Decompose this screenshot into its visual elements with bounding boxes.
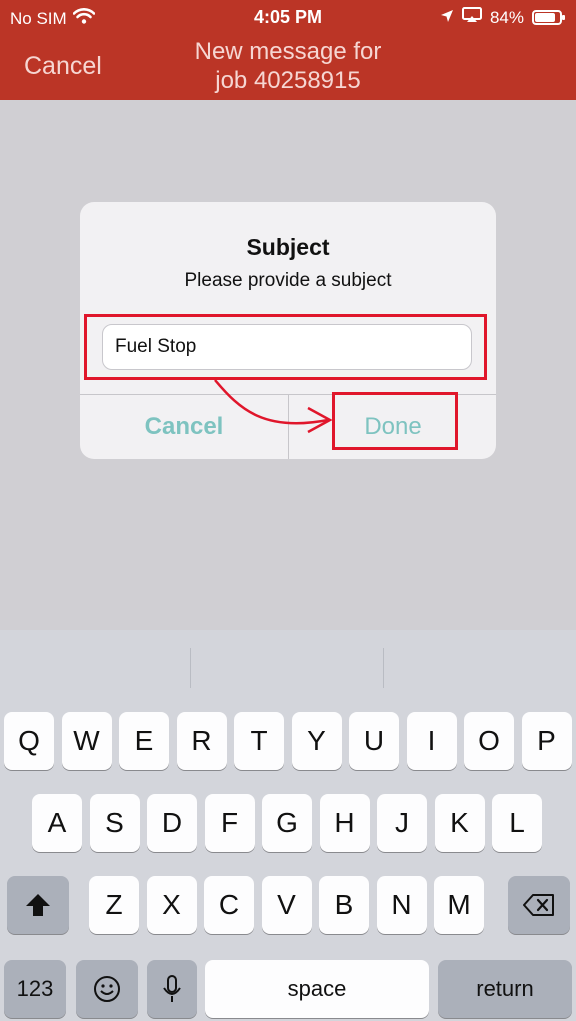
battery-icon: [532, 10, 565, 25]
page-title-line2: job 40258915: [215, 67, 361, 94]
dictation-key[interactable]: [147, 960, 197, 1018]
key-a[interactable]: A: [32, 794, 82, 852]
status-right: 84%: [440, 7, 565, 28]
key-p[interactable]: P: [521, 712, 572, 770]
input-highlight-box: [84, 314, 487, 380]
key-q[interactable]: Q: [4, 712, 54, 770]
page-title-line1: New message for: [194, 38, 382, 65]
key-b[interactable]: B: [319, 876, 369, 934]
key-u[interactable]: U: [349, 712, 399, 770]
return-key[interactable]: return: [438, 960, 572, 1018]
location-arrow-icon: [440, 8, 454, 28]
key-c[interactable]: C: [204, 876, 254, 934]
key-w[interactable]: W: [61, 712, 112, 770]
key-y[interactable]: Y: [291, 712, 342, 770]
key-g[interactable]: G: [262, 794, 312, 852]
key-h[interactable]: H: [319, 794, 370, 852]
key-s[interactable]: S: [89, 794, 140, 852]
keyboard: QWERTYUIOP ASDFGHJKL ZXCVBNM 123 space ret…: [0, 630, 576, 1021]
key-t[interactable]: T: [234, 712, 284, 770]
key-x[interactable]: X: [146, 876, 197, 934]
key-v[interactable]: V: [261, 876, 312, 934]
navigation-bar: Cancel New message for job 40258915: [0, 34, 576, 100]
emoji-icon: [94, 976, 120, 1002]
page-title: New message for job 40258915: [130, 37, 446, 95]
microphone-icon: [163, 975, 181, 1002]
key-j[interactable]: J: [377, 794, 427, 852]
dialog-title: Subject: [246, 234, 330, 260]
key-k[interactable]: K: [434, 794, 485, 852]
key-e[interactable]: E: [119, 712, 169, 770]
key-m[interactable]: M: [434, 876, 484, 934]
done-highlight-box: [332, 392, 458, 450]
nav-cancel-button[interactable]: Cancel: [24, 52, 102, 81]
airplay-icon: [461, 7, 482, 28]
numbers-key[interactable]: 123: [4, 960, 66, 1018]
emoji-key[interactable]: [76, 960, 138, 1018]
key-o[interactable]: O: [464, 712, 514, 770]
suggestion-divider: [190, 648, 191, 688]
key-i[interactable]: I: [406, 712, 457, 770]
key-d[interactable]: D: [147, 794, 197, 852]
shift-key[interactable]: [7, 876, 69, 934]
key-z[interactable]: Z: [89, 876, 139, 934]
shift-icon: [26, 894, 50, 916]
backspace-icon: [523, 894, 554, 916]
backspace-key[interactable]: [508, 876, 570, 934]
dialog-cancel-button[interactable]: Cancel: [80, 395, 288, 459]
key-f[interactable]: F: [204, 794, 255, 852]
space-key[interactable]: space: [205, 960, 429, 1018]
key-n[interactable]: N: [376, 876, 427, 934]
suggestion-divider: [383, 648, 384, 688]
key-l[interactable]: L: [492, 794, 542, 852]
dialog-message: Please provide a subject: [184, 270, 392, 291]
status-bar: No SIM 4:05 PM 84%: [0, 0, 576, 34]
battery-percent: 84%: [489, 7, 524, 27]
key-r[interactable]: R: [176, 712, 227, 770]
